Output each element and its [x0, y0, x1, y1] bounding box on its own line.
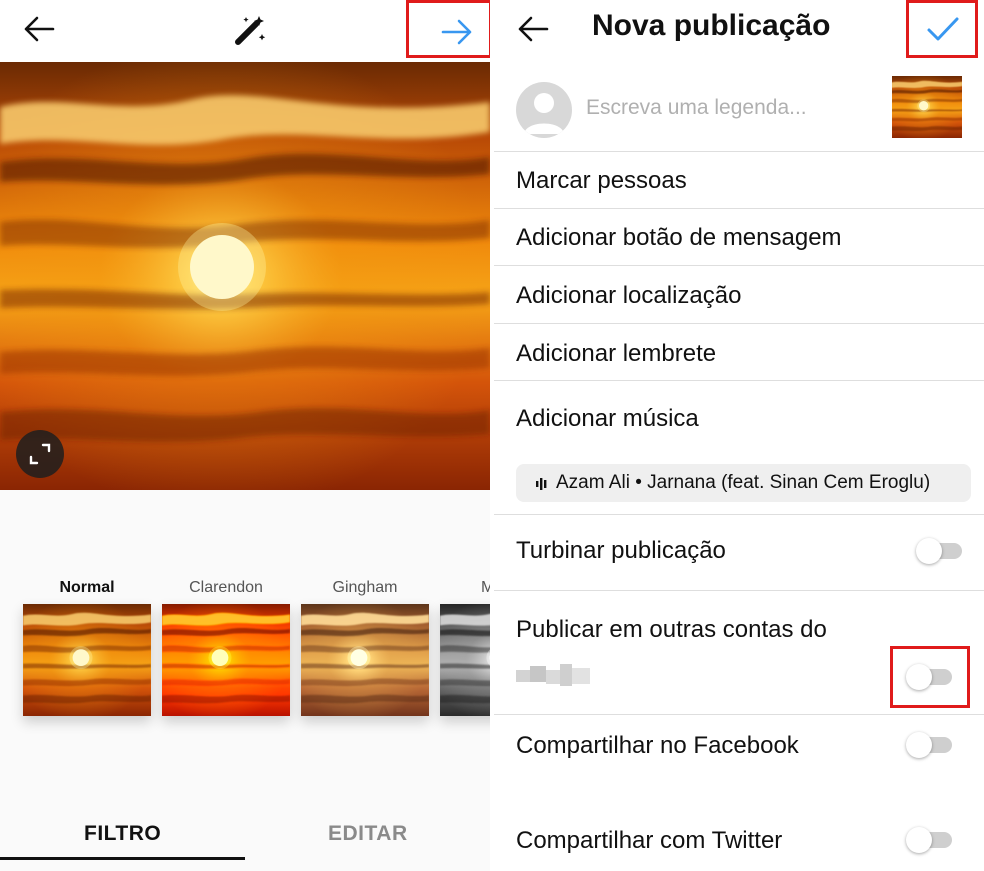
post-thumbnail: [892, 76, 962, 138]
location-label: Adicionar localização: [516, 282, 742, 309]
filter-clarendon[interactable]: Clarendon: [162, 577, 290, 601]
account-name-blurred: [516, 664, 592, 688]
filter-partial[interactable]: M: [440, 577, 490, 601]
arrow-left-icon[interactable]: [516, 14, 550, 44]
arrow-left-icon[interactable]: [22, 14, 56, 44]
music-track-text: Azam Ali • Jarnana (feat. Sinan Cem Erog…: [556, 472, 931, 493]
active-tab-indicator: [0, 857, 245, 860]
facebook-label: Compartilhar no Facebook: [516, 732, 799, 759]
magic-wand-icon[interactable]: [232, 12, 268, 48]
tab-filter[interactable]: FILTRO: [84, 822, 161, 846]
other-accounts-toggle-highlight: [890, 646, 970, 708]
music-row[interactable]: Adicionar música: [494, 381, 984, 456]
filter-thumbnail: [301, 604, 429, 716]
filter-gingham[interactable]: Gingham: [301, 577, 429, 601]
audio-bars-icon: [536, 478, 547, 490]
location-row[interactable]: Adicionar localização: [494, 266, 984, 324]
facebook-toggle[interactable]: [906, 732, 954, 758]
photo-preview: [0, 62, 490, 490]
other-accounts-toggle[interactable]: [906, 664, 954, 690]
boost-row[interactable]: Turbinar publicação: [494, 515, 984, 591]
message-button-label: Adicionar botão de mensagem: [516, 224, 842, 251]
filter-thumbnail: [23, 604, 151, 716]
filter-thumbnail: [440, 604, 490, 716]
reminder-row[interactable]: Adicionar lembrete: [494, 324, 984, 381]
expand-button[interactable]: [16, 430, 64, 478]
expand-icon: [29, 443, 51, 465]
music-chip[interactable]: Azam Ali • Jarnana (feat. Sinan Cem Erog…: [516, 464, 971, 502]
arrow-right-icon[interactable]: [440, 17, 474, 47]
filter-thumbnail: [162, 604, 290, 716]
next-button-highlight: [406, 0, 490, 58]
boost-label: Turbinar publicação: [516, 537, 726, 564]
filter-editor-panel: Normal Clarendon Gingham M FILTRO EDITAR: [0, 0, 490, 871]
twitter-row[interactable]: Compartilhar com Twitter: [494, 805, 984, 871]
twitter-toggle[interactable]: [906, 827, 954, 853]
message-button-row[interactable]: Adicionar botão de mensagem: [494, 209, 984, 266]
filter-label: Normal: [59, 579, 115, 596]
caption-row: [494, 70, 984, 152]
caption-input[interactable]: [586, 92, 876, 124]
checkmark-icon[interactable]: [926, 15, 960, 45]
avatar-icon: [516, 82, 572, 138]
new-post-header: Nova publicação: [494, 0, 984, 62]
new-post-panel: Nova publicação Marcar pessoas Adicionar…: [494, 0, 984, 871]
share-button-highlight: [906, 0, 978, 58]
page-title: Nova publicação: [592, 9, 831, 42]
music-label: Adicionar música: [516, 405, 699, 432]
reminder-label: Adicionar lembrete: [516, 340, 717, 367]
tag-people-label: Marcar pessoas: [516, 167, 687, 194]
tag-people-row[interactable]: Marcar pessoas: [494, 152, 984, 209]
other-accounts-label: Publicar em outras contas do: [516, 616, 827, 643]
filter-label: M: [481, 579, 490, 596]
twitter-label: Compartilhar com Twitter: [516, 827, 783, 854]
editor-header: [0, 0, 490, 62]
editor-tabs: FILTRO EDITAR: [0, 800, 490, 871]
filter-label: Gingham: [332, 579, 398, 596]
filter-strip: Normal Clarendon Gingham M: [0, 577, 490, 737]
facebook-row[interactable]: Compartilhar no Facebook: [494, 715, 984, 805]
tab-edit[interactable]: EDITAR: [328, 822, 408, 846]
filter-label: Clarendon: [189, 579, 263, 596]
filter-normal[interactable]: Normal: [23, 577, 151, 601]
boost-toggle[interactable]: [916, 538, 964, 564]
